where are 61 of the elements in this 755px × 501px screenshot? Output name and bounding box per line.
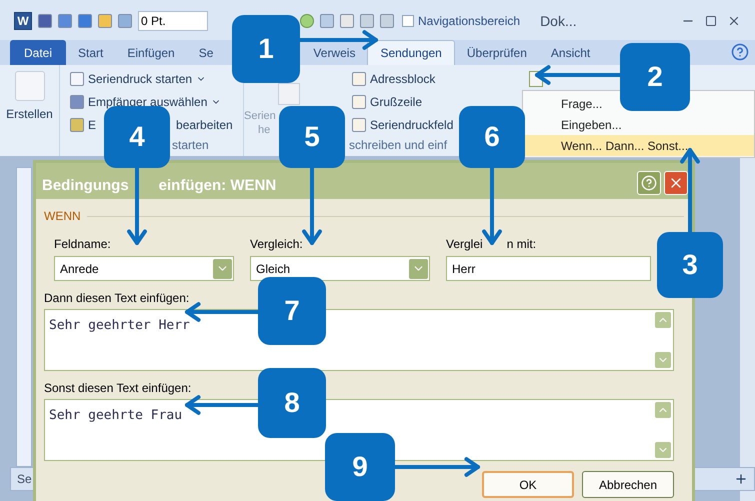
ribbon-tab[interactable]: Sendungen (367, 40, 455, 65)
scroll-up-button[interactable] (655, 312, 671, 328)
menu-item[interactable]: Wenn... Dann... Sonst... (523, 135, 754, 156)
ribbon-tab[interactable]: Ansicht (538, 40, 602, 65)
field-label: Vergleich: (250, 236, 303, 253)
maximize-icon[interactable] (705, 15, 717, 27)
scroll-up-button[interactable] (655, 402, 671, 418)
dropdown-field[interactable]: Anrede (54, 256, 234, 281)
step-number: 9 (325, 433, 395, 501)
help-icon (641, 175, 657, 191)
section-label: WENN (44, 208, 81, 225)
close-icon[interactable] (727, 14, 741, 28)
dropdown-button[interactable] (213, 258, 232, 278)
ribbon-tab[interactable]: Start (66, 40, 116, 65)
dropdown-field[interactable]: Gleich (250, 256, 430, 281)
cancel-button[interactable]: Abbrechen (582, 471, 674, 498)
ribbon-tab[interactable]: Einfügen (115, 40, 187, 65)
dialog-title: einfügen: WENN (158, 176, 276, 196)
document-title: Dok... (540, 12, 577, 30)
group-label: starten (172, 137, 209, 154)
ribbon-tab[interactable]: Verweis (301, 40, 368, 65)
text-label: Sonst diesen Text einfügen: (44, 380, 192, 397)
ribbon-tab[interactable]: Überprüfen (454, 40, 539, 65)
ribbon-command[interactable]: E (88, 116, 96, 134)
checkbox[interactable] (402, 15, 414, 27)
create-button[interactable]: Erstellen (6, 105, 53, 123)
ribbon-command[interactable]: Seriendruckfeld (370, 116, 454, 134)
step-number: 4 (104, 106, 170, 168)
ribbon-tab[interactable]: Se (186, 40, 226, 65)
ok-button[interactable]: OK (482, 471, 574, 498)
step-number: 7 (258, 277, 326, 345)
input-field[interactable]: Herr (446, 256, 651, 281)
help-icon[interactable] (731, 43, 749, 61)
step-number: 8 (258, 368, 326, 438)
dropdown-button[interactable] (409, 258, 428, 278)
field-label: n mit: (506, 236, 536, 253)
step-number: 5 (279, 106, 345, 168)
dialog-title: Bedingungs (42, 176, 129, 196)
font-size-field[interactable]: 0 Pt. (138, 11, 208, 31)
text-label: Dann diesen Text einfügen: (44, 290, 190, 307)
step-number: 6 (459, 106, 525, 168)
group-label: schreiben und einf (349, 137, 448, 154)
help-button[interactable] (637, 171, 661, 195)
step-number: 1 (232, 15, 300, 83)
ribbon-command[interactable]: Adressblock (370, 70, 436, 88)
step-number: 3 (657, 232, 723, 298)
scroll-down-button[interactable] (655, 442, 671, 458)
ribbon-command[interactable]: Seriendruck starten (88, 70, 192, 88)
field-label: Feldname: (54, 236, 111, 253)
app-logo[interactable]: W (14, 12, 32, 30)
menu-item[interactable]: Eingeben... (523, 114, 754, 135)
field-label: Verglei (446, 236, 483, 253)
status-text: Se (17, 471, 32, 488)
step-number: 2 (620, 43, 690, 111)
ribbon-command[interactable]: bearbeiten (176, 116, 233, 134)
close-button[interactable] (664, 171, 688, 195)
navigation-pane-label: Navigationsbereich (418, 13, 520, 30)
zoom-in-icon[interactable] (734, 472, 748, 486)
file-tab[interactable]: Datei (10, 40, 66, 65)
scroll-down-button[interactable] (655, 352, 671, 368)
ribbon-command[interactable]: Grußzeile (370, 93, 422, 111)
